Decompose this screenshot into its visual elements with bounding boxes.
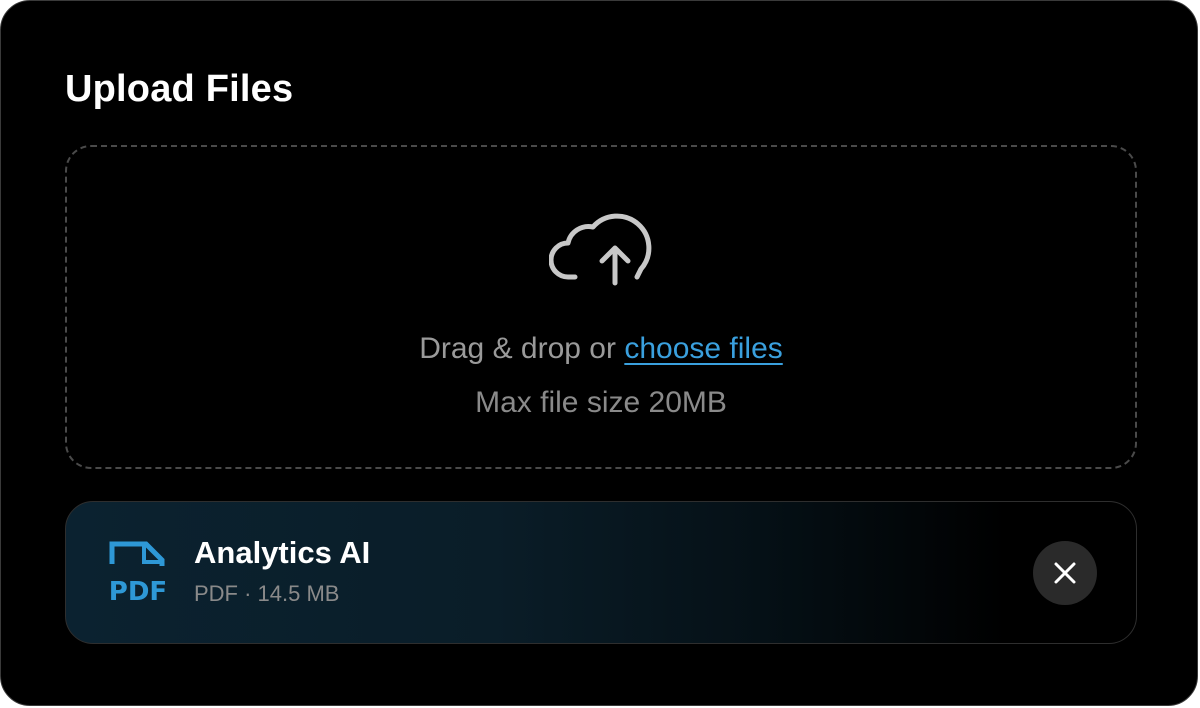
pdf-file-icon: PDF: [109, 541, 167, 604]
upload-files-card: Upload Files Drag & drop or choose files…: [0, 0, 1198, 706]
remove-file-button[interactable]: [1033, 541, 1097, 605]
cloud-upload-icon: [549, 213, 652, 286]
uploaded-file-item: PDF Analytics AI PDF · 14.5 MB: [65, 501, 1137, 644]
pdf-label: PDF: [109, 577, 167, 604]
drop-instructions: Drag & drop or choose files: [67, 331, 1135, 367]
close-icon: [1054, 562, 1076, 584]
drop-text: Drag & drop or: [419, 332, 616, 365]
file-dropzone[interactable]: Drag & drop or choose files Max file siz…: [65, 145, 1137, 469]
file-meta: PDF · 14.5 MB: [194, 581, 340, 606]
choose-files-link[interactable]: choose files: [624, 332, 782, 365]
page-title: Upload Files: [65, 68, 294, 110]
max-file-size-hint: Max file size 20MB: [475, 386, 727, 419]
file-name: Analytics AI: [194, 535, 371, 570]
